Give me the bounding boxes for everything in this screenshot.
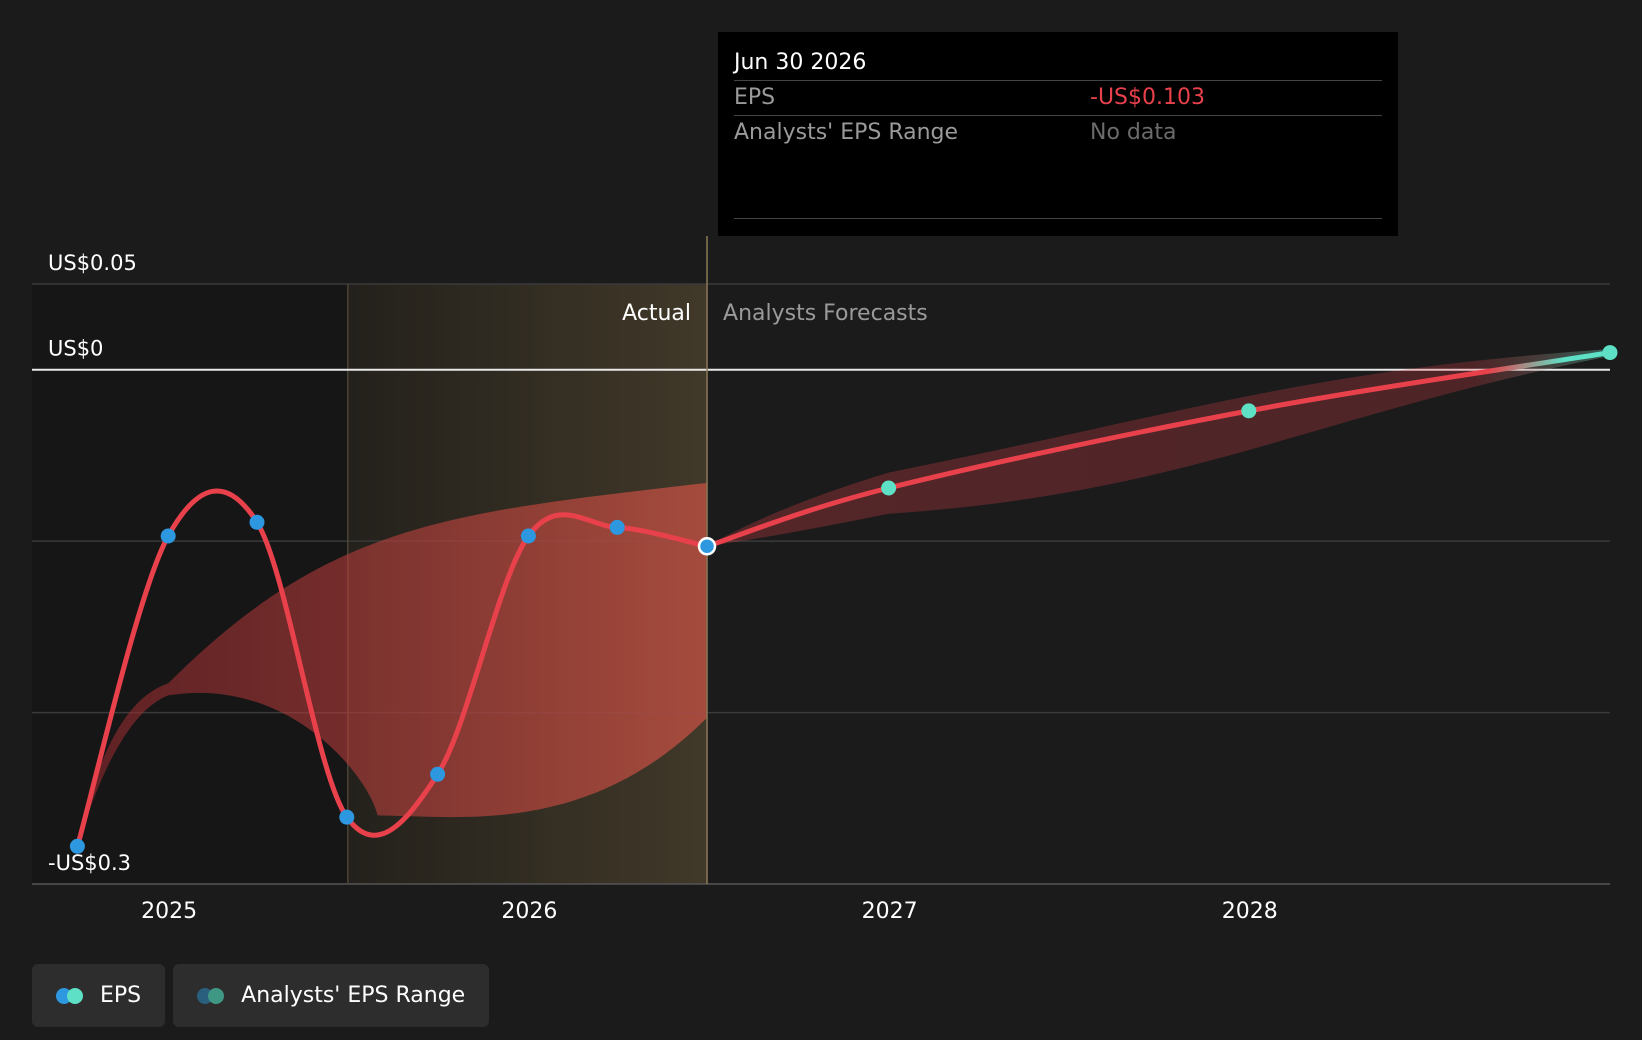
y-tick-label-1: US$0: [48, 337, 103, 361]
eps-point-2026-12-31[interactable]: [881, 480, 897, 496]
eps-point-2025-03-31[interactable]: [249, 514, 265, 530]
eps-legend-icon: [56, 987, 86, 1005]
eps-point-2028-12-31[interactable]: [1602, 345, 1618, 361]
eps-range-band-forecast: [707, 349, 1610, 547]
legend: EPS Analysts' EPS Range: [32, 964, 490, 1027]
legend-item-eps[interactable]: EPS: [32, 964, 166, 1027]
eps-range-legend-icon: [197, 987, 227, 1005]
tooltip: Jun 30 2026 EPS -US$0.103 Analysts' EPS …: [718, 32, 1398, 236]
tooltip-date: Jun 30 2026: [734, 50, 867, 75]
tooltip-eps-label: EPS: [734, 85, 776, 110]
legend-eps-label: EPS: [100, 983, 142, 1008]
tooltip-range-value: No data: [1090, 120, 1177, 145]
eps-point-2025-06-30[interactable]: [339, 809, 355, 825]
x-tick-label-2025: 2025: [141, 899, 197, 924]
eps-point-2024-12-31[interactable]: [160, 528, 176, 544]
eps-point-2024-09-30[interactable]: [69, 838, 85, 854]
x-tick-label-2027: 2027: [862, 899, 918, 924]
legend-eps-range-label: Analysts' EPS Range: [241, 983, 466, 1008]
y-tick-label-2: -US$0.3: [48, 851, 131, 875]
eps-point-2027-12-31[interactable]: [1241, 403, 1257, 419]
eps-point-2025-12-31[interactable]: [520, 528, 536, 544]
eps-point-2026-03-31[interactable]: [609, 519, 625, 535]
tooltip-row-eps: EPS -US$0.103: [734, 80, 1382, 115]
eps-point-2025-09-30[interactable]: [430, 766, 446, 782]
eps-point-2026-06-30[interactable]: [697, 537, 717, 556]
tooltip-divider: [734, 218, 1382, 219]
tooltip-range-label: Analysts' EPS Range: [734, 120, 959, 145]
tooltip-eps-value: -US$0.103: [1090, 85, 1205, 110]
x-axis-ticks: 2025 2026 2027 2028: [141, 899, 1278, 924]
forecast-label: Analysts Forecasts: [723, 301, 928, 326]
tooltip-row-range: Analysts' EPS Range No data: [734, 115, 1382, 150]
x-tick-label-2028: 2028: [1222, 899, 1278, 924]
legend-item-eps-range[interactable]: Analysts' EPS Range: [173, 964, 490, 1027]
y-tick-label-0: US$0.05: [48, 251, 137, 275]
x-tick-label-2026: 2026: [501, 899, 557, 924]
actual-label: Actual: [622, 301, 691, 326]
